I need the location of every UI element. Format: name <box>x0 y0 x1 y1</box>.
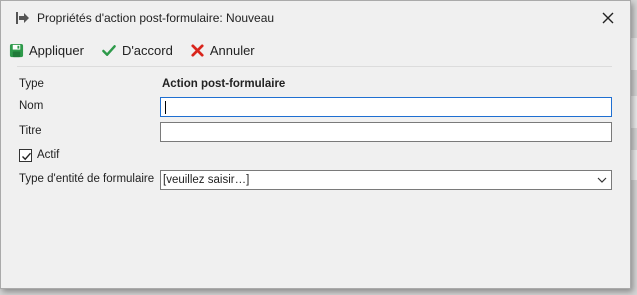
name-row: Nom <box>19 97 612 117</box>
name-label: Nom <box>19 100 44 112</box>
apply-button[interactable]: Appliquer <box>9 43 84 58</box>
entity-type-row: Type d'entité de formulaire [veuillez sa… <box>19 170 612 190</box>
close-icon <box>602 12 614 24</box>
checkmark-icon <box>102 44 116 56</box>
type-label: Type <box>19 78 44 90</box>
toolbar-separator <box>17 66 612 67</box>
ok-label: D'accord <box>121 42 173 58</box>
title-bar: Propriétés d'action post-formulaire: Nou… <box>1 1 630 35</box>
entity-type-value: [veuillez saisir…] <box>163 174 250 186</box>
post-action-icon <box>15 10 31 26</box>
cancel-label: Annuler <box>209 42 255 58</box>
background-strip <box>631 150 637 180</box>
cancel-x-icon <box>191 43 204 57</box>
title-input[interactable] <box>160 122 612 142</box>
title-label: Titre <box>19 125 42 137</box>
active-checkbox[interactable] <box>19 148 32 162</box>
cancel-button[interactable]: Annuler <box>190 43 255 58</box>
window-title: Propriétés d'action post-formulaire: Nou… <box>37 11 275 25</box>
properties-dialog: Propriétés d'action post-formulaire: Nou… <box>0 0 631 289</box>
title-row: Titre <box>19 122 612 142</box>
ok-button[interactable]: D'accord <box>101 43 173 58</box>
type-value: Action post-formulaire <box>162 78 286 90</box>
type-row: Type Action post-formulaire <box>19 75 612 95</box>
save-icon <box>9 43 24 57</box>
background-strip <box>631 38 637 70</box>
active-label: Actif <box>37 149 60 161</box>
close-button[interactable] <box>600 10 616 26</box>
background-strip <box>631 96 637 128</box>
name-input[interactable] <box>160 97 612 117</box>
apply-label: Appliquer <box>29 42 84 58</box>
chevron-down-icon <box>597 177 607 183</box>
check-icon <box>22 152 32 160</box>
text-caret <box>165 101 166 114</box>
entity-type-label: Type d'entité de formulaire <box>19 173 155 185</box>
entity-type-select[interactable]: [veuillez saisir…] <box>160 170 612 190</box>
toolbar: Appliquer D'accord Annuler <box>9 39 272 61</box>
active-row: Actif <box>19 147 59 163</box>
